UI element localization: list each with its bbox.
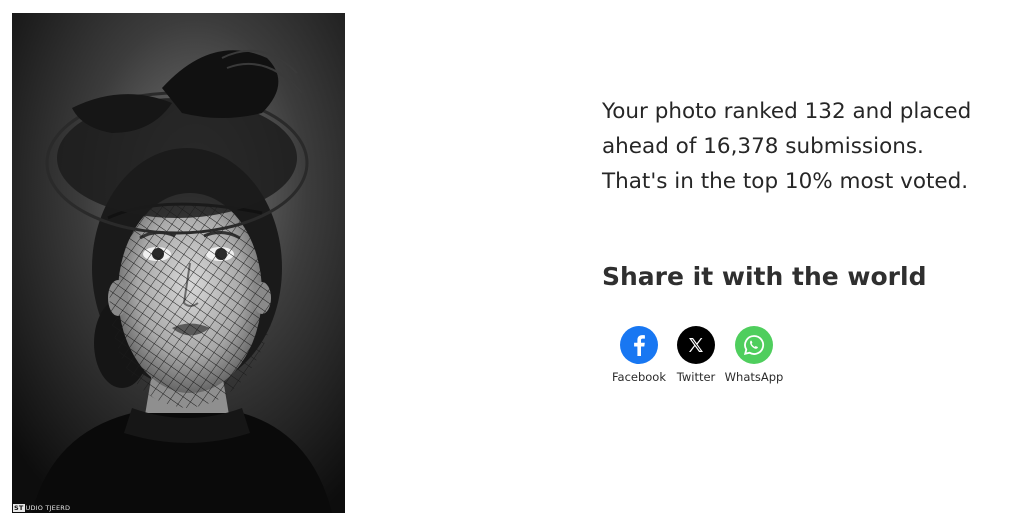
portrait-image xyxy=(12,13,345,513)
facebook-icon xyxy=(620,326,658,364)
ranking-line-1: Your photo ranked 132 and placed xyxy=(602,99,972,124)
photo-watermark: ST UDIO TJEERD xyxy=(13,504,70,512)
share-heading: Share it with the world xyxy=(602,262,927,291)
submitted-photo: ST UDIO TJEERD xyxy=(12,13,345,513)
whatsapp-share-button[interactable]: WhatsApp xyxy=(722,326,786,384)
facebook-label: Facebook xyxy=(611,370,667,384)
facebook-share-button[interactable]: Facebook xyxy=(608,326,670,384)
twitter-label: Twitter xyxy=(676,370,716,384)
whatsapp-label: WhatsApp xyxy=(724,370,784,384)
watermark-mark: ST xyxy=(13,504,25,512)
twitter-share-button[interactable]: Twitter xyxy=(670,326,722,384)
page: ST UDIO TJEERD Your photo ranked 132 and … xyxy=(0,0,1024,524)
ranking-line-3: That's in the top 10% most voted. xyxy=(602,169,969,194)
x-twitter-icon xyxy=(677,326,715,364)
whatsapp-icon xyxy=(735,326,773,364)
ranking-summary: Your photo ranked 132 and placed ahead o… xyxy=(602,94,1012,199)
ranking-line-2: ahead of 16,378 submissions. xyxy=(602,134,924,159)
watermark-text: UDIO TJEERD xyxy=(25,504,71,512)
share-buttons: Facebook Twitter WhatsApp xyxy=(608,326,786,384)
